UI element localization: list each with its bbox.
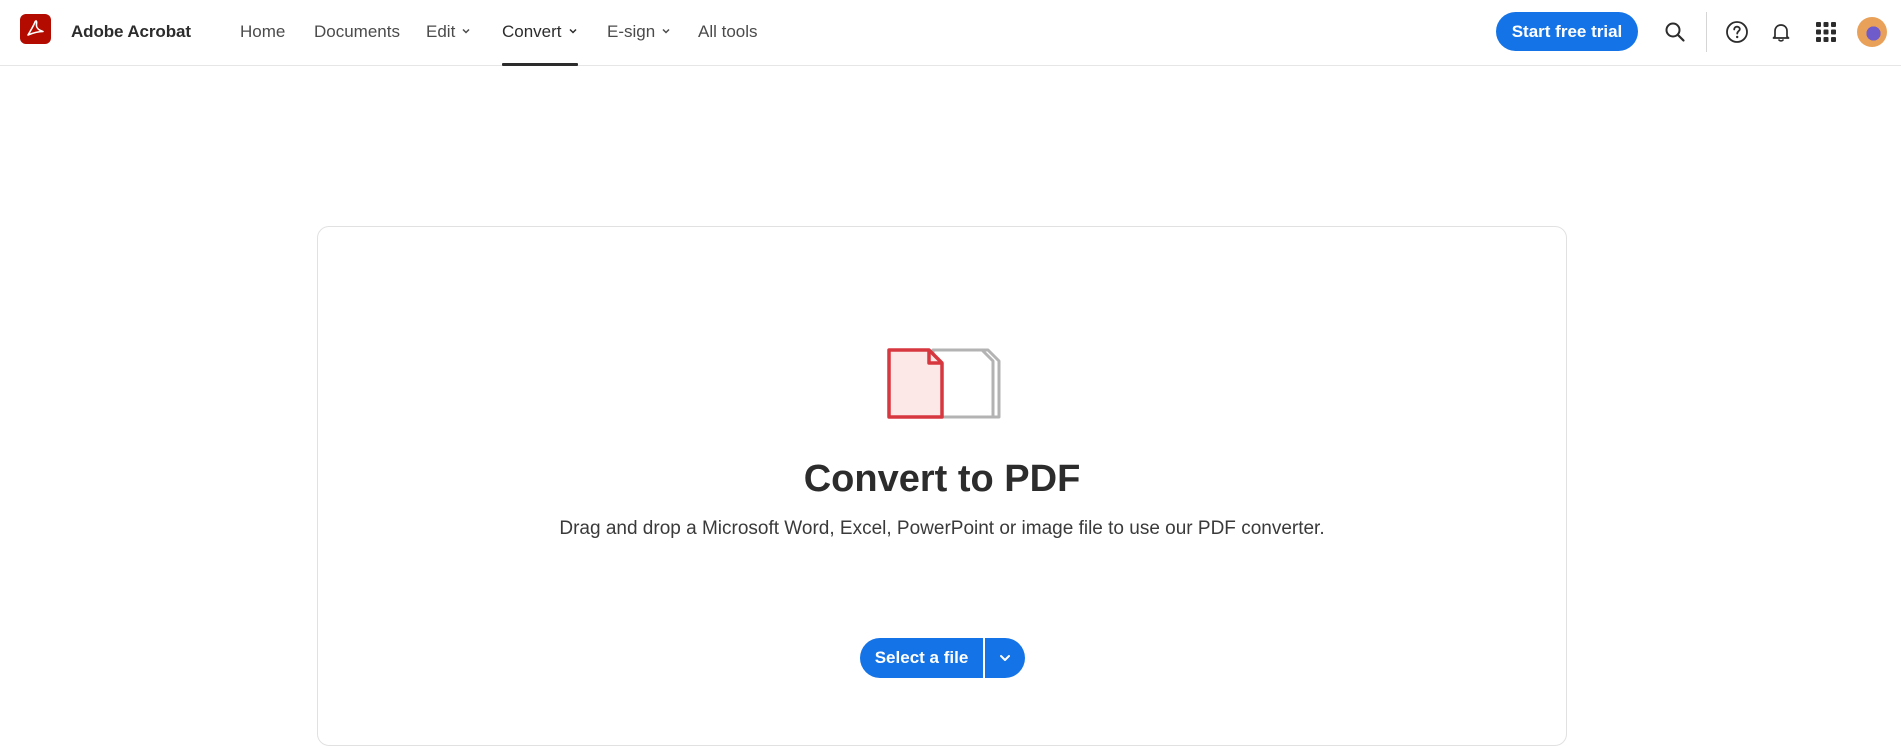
nav-all-tools-label: All tools xyxy=(698,22,758,41)
help-icon xyxy=(1726,21,1748,43)
notifications-button[interactable] xyxy=(1768,19,1794,45)
search-button[interactable] xyxy=(1662,19,1688,45)
adobe-acrobat-logo-icon[interactable] xyxy=(20,14,51,44)
bell-icon xyxy=(1772,24,1790,42)
nav-edit-label: Edit xyxy=(426,22,456,41)
nav-edit[interactable]: Edit xyxy=(426,22,471,66)
convert-files-icon xyxy=(887,348,1001,419)
select-file-menu-button[interactable] xyxy=(985,638,1025,678)
select-file-button[interactable]: Select a file xyxy=(860,638,983,678)
search-icon xyxy=(1665,22,1685,42)
chevron-down-icon xyxy=(1000,655,1010,661)
nav-esign[interactable]: E-sign xyxy=(607,22,671,66)
page-title: Convert to PDF xyxy=(803,458,1081,500)
header-divider xyxy=(1706,12,1707,52)
nav-esign-label: E-sign xyxy=(607,22,656,41)
app-grid-icon xyxy=(1816,22,1836,42)
select-file-split-button: Select a file xyxy=(860,638,1025,678)
user-avatar[interactable] xyxy=(1857,17,1887,47)
chevron-down-icon xyxy=(569,28,577,34)
nav-home-label: Home xyxy=(240,22,286,41)
help-button[interactable] xyxy=(1724,19,1750,45)
nav-home[interactable]: Home xyxy=(240,22,285,66)
start-free-trial-button[interactable]: Start free trial xyxy=(1496,12,1638,51)
chevron-down-icon xyxy=(662,28,670,34)
apps-button[interactable] xyxy=(1813,19,1839,45)
nav-convert[interactable]: Convert xyxy=(502,22,578,66)
nav-documents-label: Documents xyxy=(314,22,400,41)
nav-documents[interactable]: Documents xyxy=(314,22,400,66)
top-navigation: Adobe Acrobat Home Documents Edit Conver… xyxy=(0,0,1901,66)
page-subtitle: Drag and drop a Microsoft Word, Excel, P… xyxy=(559,518,1325,539)
chevron-down-icon xyxy=(462,28,470,34)
nav-all-tools[interactable]: All tools xyxy=(698,22,758,66)
app-title[interactable]: Adobe Acrobat xyxy=(71,22,191,42)
nav-convert-label: Convert xyxy=(502,22,562,41)
